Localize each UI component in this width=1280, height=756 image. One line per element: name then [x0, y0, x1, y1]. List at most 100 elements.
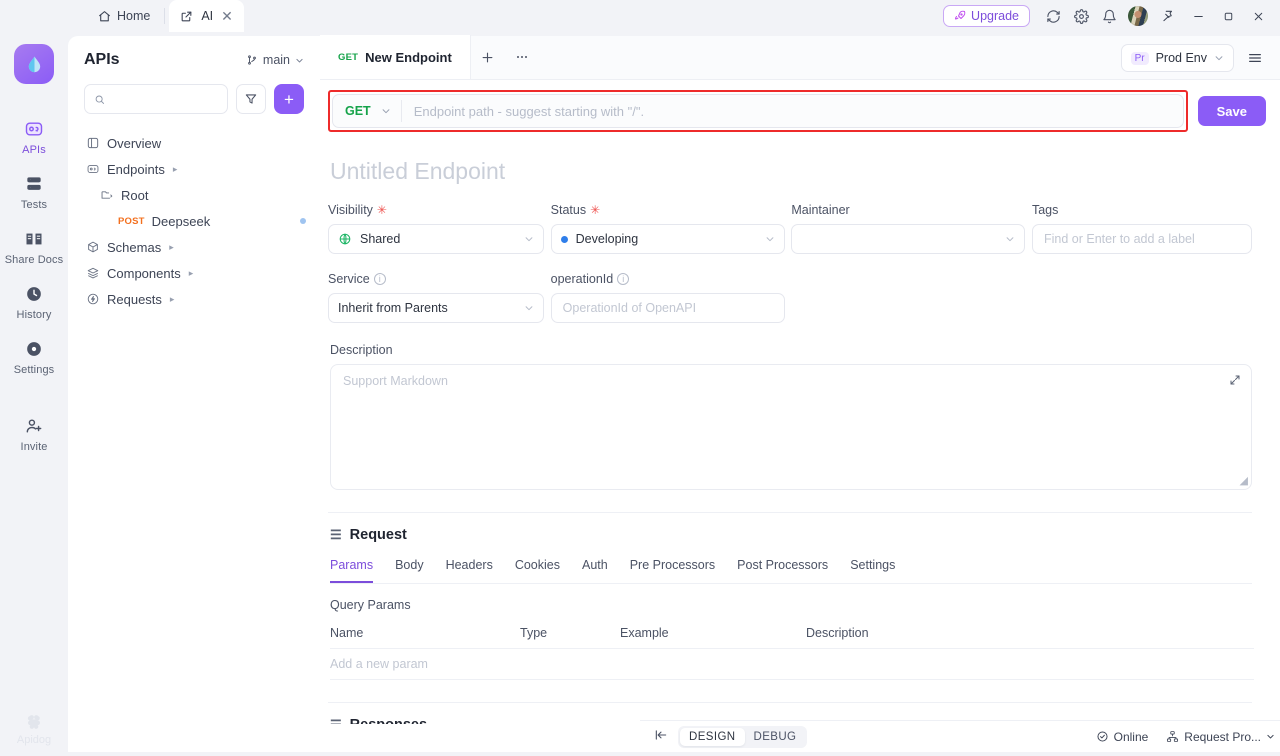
apis-icon	[25, 122, 43, 136]
rail-item-share-docs[interactable]: Share Docs	[4, 220, 64, 275]
api-tree: Overview Endpoints ▸ Root POST Deepseek …	[68, 126, 320, 312]
tree-item-deepseek[interactable]: POST Deepseek	[80, 208, 312, 234]
description-editor[interactable]: Support Markdown ◢	[330, 364, 1252, 490]
rocket-icon	[955, 10, 966, 20]
home-button[interactable]: Home	[88, 5, 160, 27]
endpoint-editor-content: Untitled Endpoint Visibility ✳ Shared St…	[320, 144, 1280, 724]
rail-item-invite[interactable]: Invite	[4, 407, 64, 462]
environment-menu-button[interactable]	[1240, 44, 1270, 72]
new-tab-button[interactable]	[471, 35, 505, 79]
operation-id-input[interactable]: OperationId of OpenAPI	[550, 293, 785, 323]
method-badge-post: POST	[118, 215, 145, 227]
plus-icon	[482, 52, 493, 62]
tab-settings[interactable]: Settings	[850, 553, 895, 583]
environment-selector[interactable]: Pr Prod Env	[1120, 44, 1234, 72]
status-request-proxy[interactable]: Request Pro...	[1166, 730, 1275, 744]
maintainer-select[interactable]	[791, 224, 1026, 254]
bell-icon[interactable]	[1096, 3, 1122, 29]
rail-item-tests[interactable]: Tests	[4, 165, 64, 220]
gear-icon[interactable]	[1068, 3, 1094, 29]
table-header-row: Name Type Example Description	[330, 620, 1254, 649]
chevron-right-icon[interactable]: ▸	[169, 242, 174, 253]
section-collapse-icon[interactable]: ☰	[330, 527, 342, 543]
service-select[interactable]: Inherit from Parents	[328, 293, 544, 323]
save-button[interactable]: Save	[1197, 96, 1266, 126]
tab-body[interactable]: Body	[395, 553, 424, 583]
editor-tab-new-endpoint[interactable]: GET New Endpoint	[320, 35, 471, 79]
expand-icon[interactable]	[1229, 374, 1241, 389]
info-icon[interactable]: i	[373, 273, 386, 285]
proxy-icon	[1167, 731, 1179, 742]
endpoint-title: Untitled Endpoint	[330, 158, 506, 184]
add-api-button[interactable]: +	[274, 84, 304, 114]
type-cell[interactable]	[520, 648, 620, 680]
schemas-icon	[88, 241, 98, 253]
tests-icon	[27, 177, 41, 190]
tree-item-root[interactable]: Root	[80, 182, 312, 208]
field-tags: Tags Find or Enter to add a label	[1031, 203, 1252, 254]
rail-label-apis: APIs	[22, 144, 46, 156]
tree-item-components[interactable]: Components ▸	[80, 260, 312, 286]
ellipsis-icon	[516, 56, 527, 58]
description-cell[interactable]	[806, 648, 1254, 680]
tab-params[interactable]: Params	[330, 553, 374, 583]
chevron-right-icon[interactable]: ▸	[170, 294, 175, 305]
rail-label-invite: Invite	[20, 441, 48, 453]
responses-section-title: Responses	[350, 717, 427, 724]
status-select[interactable]: Developing	[550, 224, 785, 254]
new-param-cell[interactable]: Add a new param	[330, 648, 520, 680]
field-service: Service i Inherit from Parents	[328, 272, 544, 323]
tab-cookies[interactable]: Cookies	[515, 553, 560, 583]
maximize-icon[interactable]	[1214, 3, 1242, 29]
tab-auth[interactable]: Auth	[582, 553, 608, 583]
resize-grip-icon[interactable]: ◢	[1240, 474, 1248, 487]
status-online[interactable]: Online	[1096, 730, 1148, 744]
table-row[interactable]: Add a new param	[330, 648, 1254, 680]
upgrade-label: Upgrade	[971, 9, 1019, 23]
chevron-right-icon[interactable]: ▸	[173, 164, 178, 175]
browser-tab-ai[interactable]: AI ✕	[169, 0, 244, 32]
branch-selector[interactable]: main	[246, 53, 304, 67]
tree-label-requests: Requests	[107, 291, 162, 307]
minimize-icon[interactable]	[1184, 3, 1212, 29]
tab-pre-processors[interactable]: Pre Processors	[630, 553, 715, 583]
sync-icon[interactable]	[1040, 3, 1066, 29]
query-params-table: Name Type Example Description Add a new …	[330, 620, 1254, 680]
filter-icon	[245, 94, 257, 104]
pin-icon[interactable]	[1154, 3, 1182, 29]
mode-design[interactable]: DESIGN	[680, 727, 745, 746]
close-icon[interactable]	[1244, 3, 1272, 29]
collapse-left-icon[interactable]	[652, 728, 678, 745]
upgrade-button[interactable]: Upgrade	[943, 5, 1030, 27]
rail-item-history[interactable]: History	[4, 275, 64, 330]
browser-tab-close-icon[interactable]: ✕	[221, 9, 233, 23]
http-method-select[interactable]: GET	[333, 95, 401, 127]
apidog-logo[interactable]	[14, 44, 54, 84]
tree-item-schemas[interactable]: Schemas ▸	[80, 234, 312, 260]
endpoint-path-input[interactable]	[401, 95, 1183, 127]
mode-debug[interactable]: DEBUG	[745, 728, 806, 746]
rail-item-apis[interactable]: APIs	[4, 110, 64, 165]
tab-more-button[interactable]	[505, 35, 539, 79]
tags-input[interactable]: Find or Enter to add a label	[1031, 224, 1252, 254]
section-collapse-icon[interactable]: ☰	[330, 717, 342, 724]
tree-item-requests[interactable]: Requests ▸	[80, 286, 312, 312]
avatar[interactable]	[1128, 6, 1148, 26]
info-icon[interactable]: i	[617, 273, 630, 285]
tree-item-overview[interactable]: Overview	[80, 130, 312, 156]
example-cell[interactable]	[620, 648, 806, 680]
tab-post-processors[interactable]: Post Processors	[737, 553, 828, 583]
sidebar-search-box[interactable]	[84, 84, 228, 114]
chevron-down-icon	[1006, 237, 1014, 242]
visibility-select[interactable]: Shared	[328, 224, 544, 254]
request-section-title: Request	[349, 527, 407, 543]
status-bar: DESIGN DEBUG Online Request Pro... Cooki…	[640, 720, 1280, 752]
rail-item-settings[interactable]: Settings	[4, 330, 64, 385]
components-icon	[87, 267, 99, 279]
tab-headers[interactable]: Headers	[446, 553, 493, 583]
grid-gap	[1025, 203, 1032, 272]
search-input[interactable]	[111, 92, 218, 106]
filter-button[interactable]	[236, 84, 266, 114]
chevron-right-icon[interactable]: ▸	[189, 268, 194, 279]
tree-item-endpoints[interactable]: Endpoints ▸	[80, 156, 312, 182]
